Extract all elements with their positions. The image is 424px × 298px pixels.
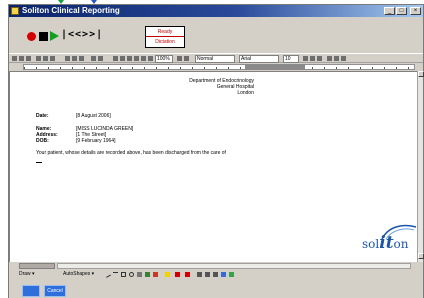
rectangle-icon[interactable] xyxy=(121,272,126,277)
style-select[interactable]: Normal xyxy=(195,55,235,63)
line-style-icon[interactable] xyxy=(197,272,202,277)
title-bar: Soliton Clinical Reporting _ □ × xyxy=(9,5,423,17)
bold-icon[interactable] xyxy=(303,56,308,61)
horizontal-scroll-row xyxy=(9,262,423,270)
print-icon[interactable] xyxy=(36,56,41,61)
italic-icon[interactable] xyxy=(310,56,315,61)
view-buttons[interactable] xyxy=(19,263,55,269)
draw-menu[interactable]: Draw ▾ xyxy=(19,271,35,277)
styles-icon[interactable] xyxy=(184,56,189,61)
scroll-up-button[interactable] xyxy=(418,71,424,77)
text-cursor xyxy=(36,162,42,163)
close-button[interactable]: × xyxy=(410,7,421,15)
record-button[interactable] xyxy=(27,32,36,41)
shadow-icon[interactable] xyxy=(221,272,226,277)
arrow-icon[interactable] xyxy=(113,272,118,277)
autoshapes-menu[interactable]: AutoShapes ▾ xyxy=(63,271,94,277)
window-title: Soliton Clinical Reporting xyxy=(22,6,120,15)
status-box: Ready Dictation xyxy=(145,26,185,48)
drawing-toolbar: Draw ▾ AutoShapes ▾ xyxy=(9,270,423,279)
dictation-controls: |<<>>| Ready Dictation xyxy=(9,17,423,53)
font-size-select[interactable]: 10 xyxy=(283,55,299,63)
arrow-style-icon[interactable] xyxy=(213,272,218,277)
dob-value: [9 February 1964] xyxy=(76,138,116,144)
zoom-select[interactable]: 100% xyxy=(155,55,173,63)
preview-icon[interactable] xyxy=(43,56,48,61)
action-bar: Cancel xyxy=(9,279,423,298)
document-map-icon[interactable] xyxy=(148,56,153,61)
stop-button[interactable] xyxy=(39,32,48,41)
insert-table-icon[interactable] xyxy=(127,56,132,61)
line-color-icon[interactable] xyxy=(175,272,180,277)
spelling-icon[interactable] xyxy=(50,56,55,61)
ok-button[interactable] xyxy=(22,285,40,297)
align-right-icon[interactable] xyxy=(341,56,346,61)
ruler xyxy=(9,63,423,71)
redo-icon[interactable] xyxy=(98,56,103,61)
minimize-button[interactable]: _ xyxy=(384,7,395,15)
address-line-city: London xyxy=(237,90,254,96)
3d-icon[interactable] xyxy=(229,272,234,277)
font-color-icon[interactable] xyxy=(185,272,190,277)
skip-navigation[interactable]: |<<>>| xyxy=(61,29,103,40)
font-select[interactable]: Arial xyxy=(239,55,279,63)
app-icon xyxy=(11,7,19,15)
undo-icon[interactable] xyxy=(91,56,96,61)
maximize-button[interactable]: □ xyxy=(396,7,407,15)
copy-icon[interactable] xyxy=(72,56,77,61)
logo-text: soliton xyxy=(362,233,409,253)
help-icon[interactable] xyxy=(177,56,182,61)
table-icon[interactable] xyxy=(120,56,125,61)
open-icon[interactable] xyxy=(19,56,24,61)
formatting-toolbar: 100% Normal Arial 10 xyxy=(9,53,423,63)
wordart-icon[interactable] xyxy=(145,272,150,277)
horizontal-scrollbar[interactable] xyxy=(57,263,411,269)
date-value: [8 August 2006] xyxy=(76,113,111,119)
underline-icon[interactable] xyxy=(317,56,322,61)
align-left-icon[interactable] xyxy=(327,56,332,61)
dob-label: DOB: xyxy=(36,138,49,144)
hyperlink-icon[interactable] xyxy=(113,56,118,61)
align-center-icon[interactable] xyxy=(334,56,339,61)
cancel-button[interactable]: Cancel xyxy=(44,285,66,297)
columns-icon[interactable] xyxy=(134,56,139,61)
ruler-margin xyxy=(245,64,305,70)
fill-color-icon[interactable] xyxy=(165,272,170,277)
oval-icon[interactable] xyxy=(129,272,134,277)
body-paragraph: Your patient, whose details are recorded… xyxy=(36,150,226,156)
clipart-icon[interactable] xyxy=(153,272,158,277)
play-button[interactable] xyxy=(50,31,59,41)
paste-icon[interactable] xyxy=(79,56,84,61)
document-page[interactable]: Department of Endocrinology General Hosp… xyxy=(9,71,417,262)
cut-icon[interactable] xyxy=(65,56,70,61)
app-window: Soliton Clinical Reporting _ □ × |<<>>| … xyxy=(8,4,424,298)
ruler-scale[interactable] xyxy=(23,64,415,70)
date-label: Date: xyxy=(36,113,49,119)
dash-style-icon[interactable] xyxy=(205,272,210,277)
window-controls: _ □ × xyxy=(384,7,421,15)
new-icon[interactable] xyxy=(12,56,17,61)
save-icon[interactable] xyxy=(26,56,31,61)
address-block: Department of Endocrinology General Hosp… xyxy=(10,78,254,96)
textbox-icon[interactable] xyxy=(137,272,142,277)
status-dictation: Dictation xyxy=(155,39,175,45)
status-ready: Ready xyxy=(146,27,184,37)
soliton-logo: soliton xyxy=(362,221,417,257)
vertical-scrollbar[interactable] xyxy=(417,71,424,262)
scroll-down-button[interactable] xyxy=(418,253,424,259)
line-icon[interactable] xyxy=(104,271,111,278)
drawing-icon[interactable] xyxy=(141,56,146,61)
